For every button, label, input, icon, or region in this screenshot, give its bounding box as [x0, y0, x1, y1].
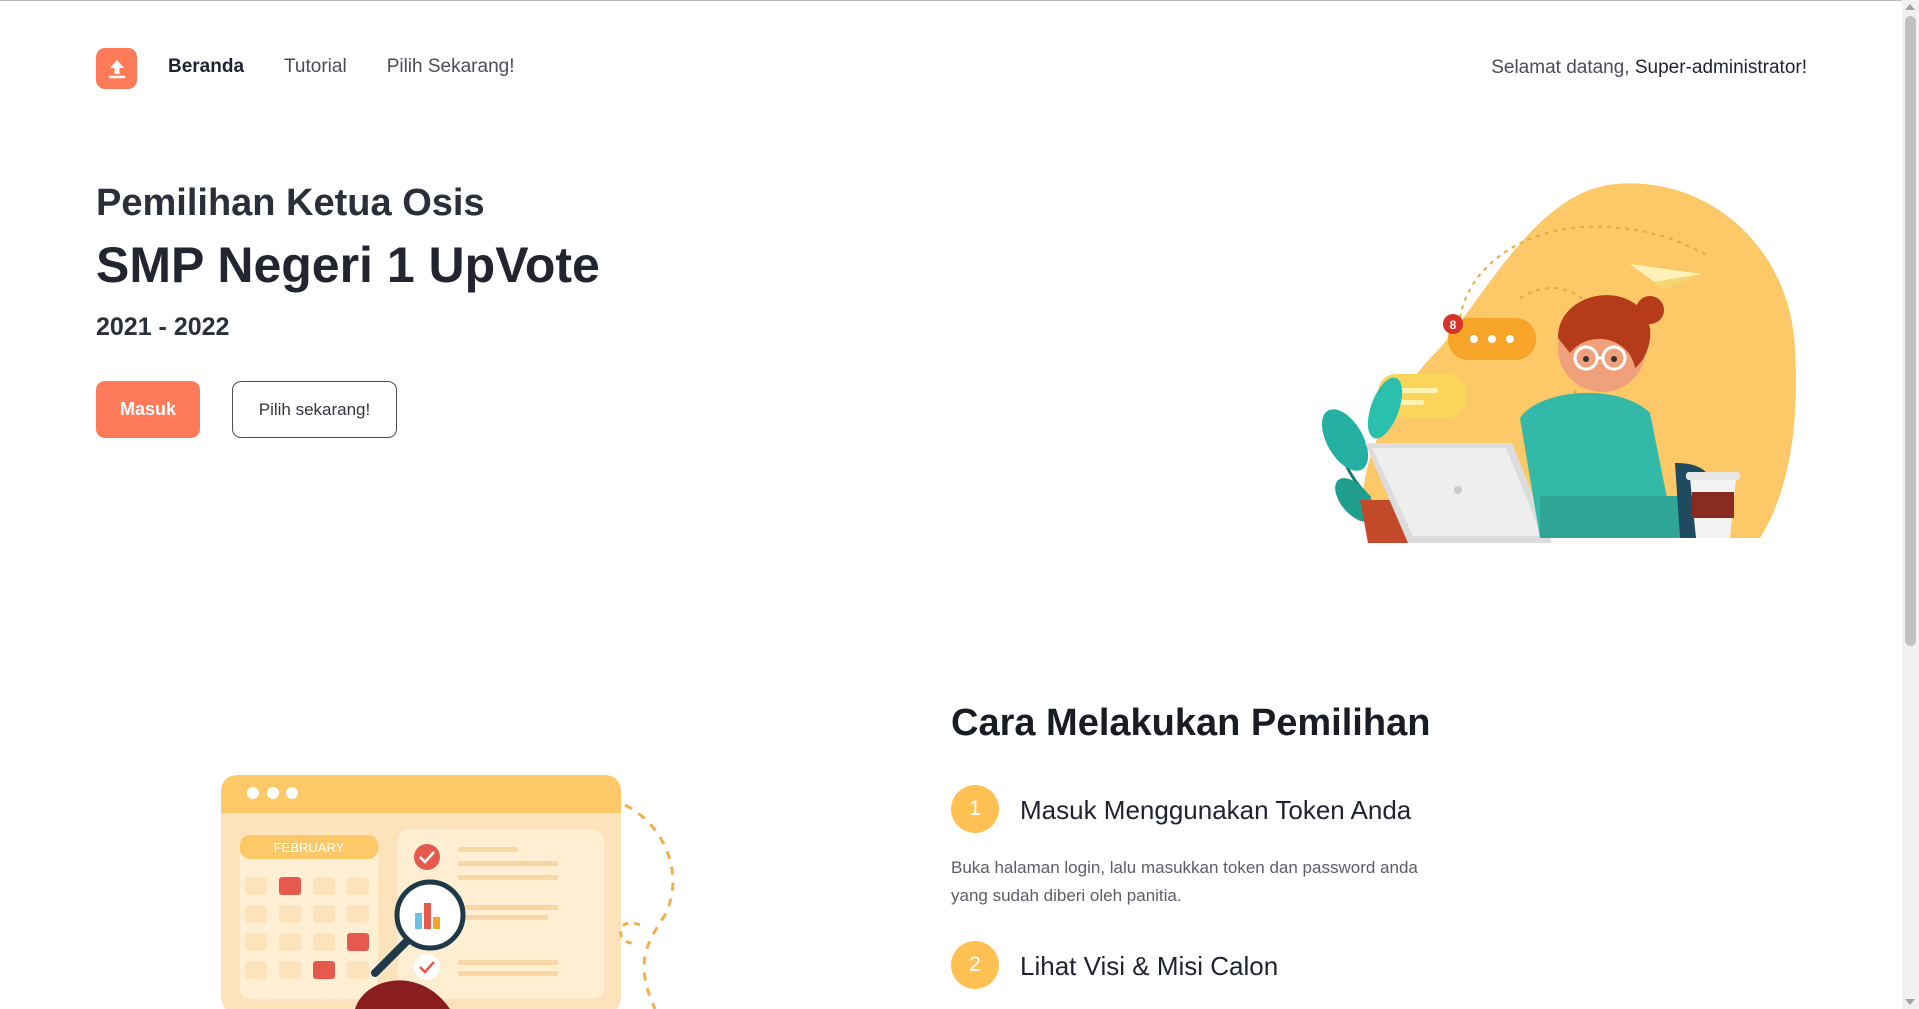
welcome-prefix: Selamat datang,: [1491, 57, 1630, 78]
upload-arrow-icon: [108, 59, 125, 78]
window-top-border: [0, 0, 1919, 1]
hero-title: SMP Negeri 1 UpVote: [96, 237, 600, 293]
scroll-up-arrow-icon[interactable]: [1905, 4, 1915, 10]
hero-subtitle: Pemilihan Ketua Osis: [96, 182, 485, 224]
hero-illustration: 8: [1321, 183, 1796, 543]
upvote-logo-icon[interactable]: [96, 48, 137, 89]
notification-count: 8: [1450, 318, 1457, 332]
welcome-username: Super-administrator!: [1634, 57, 1807, 78]
calendar-month-label: FEBRUARY: [274, 840, 345, 855]
vertical-scrollbar[interactable]: [1902, 0, 1919, 1009]
step-1-badge: 1: [951, 785, 999, 833]
step-2-title: Lihat Visi & Misi Calon: [1020, 951, 1279, 981]
masuk-button[interactable]: Masuk: [96, 381, 200, 438]
scrollbar-thumb[interactable]: [1905, 16, 1916, 646]
hero-year: 2021 - 2022: [96, 313, 230, 341]
step-2-badge: 2: [951, 941, 999, 989]
main-nav: Beranda Tutorial Pilih Sekarang!: [168, 56, 514, 78]
nav-beranda[interactable]: Beranda: [168, 56, 244, 78]
nav-tutorial[interactable]: Tutorial: [284, 56, 347, 78]
dashed-curve: [624, 803, 675, 1009]
window-dot-icon: [247, 787, 259, 799]
welcome-message: Selamat datang, Super-administrator!: [1491, 57, 1807, 79]
step-1-description: Buka halaman login, lalu masukkan token …: [951, 858, 1418, 905]
calendar-illustration: FEBRUARY: [221, 775, 675, 1009]
nav-pilih-sekarang[interactable]: Pilih Sekarang!: [387, 56, 515, 78]
pilih-sekarang-button[interactable]: Pilih sekarang!: [232, 381, 397, 438]
check-circle-icon: [414, 844, 440, 870]
scroll-down-arrow-icon[interactable]: [1905, 999, 1915, 1005]
step-1-title: Masuk Menggunakan Token Anda: [1020, 795, 1412, 825]
steps-section-title: Cara Melakukan Pemilihan: [951, 702, 1431, 744]
